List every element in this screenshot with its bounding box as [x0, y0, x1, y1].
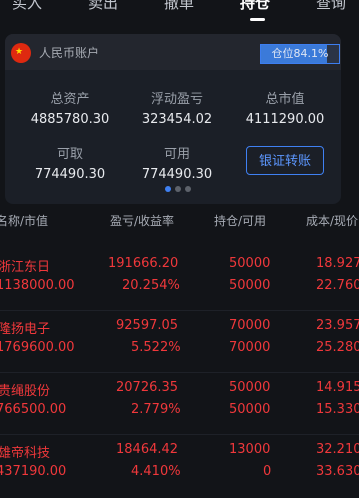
account-card: ★ 人民币账户 仓位84.1% 总资产 4885780.30 浮动盈亏 3234…	[5, 34, 341, 204]
holding-row[interactable]: 浙江东日 1138000.00 191666.20 20.254% 50000 …	[0, 248, 359, 310]
tab-query[interactable]: 查询	[316, 0, 346, 13]
bank-transfer-button[interactable]: 银证转账	[246, 146, 324, 175]
holding-row[interactable]: 贵绳股份 766500.00 20726.35 2.779% 50000 500…	[0, 374, 359, 436]
stock-cost: 14.915	[316, 380, 359, 395]
market-value-label: 总市值	[265, 92, 305, 107]
position-ratio-bar: 仓位84.1%	[260, 44, 340, 64]
stock-cost: 32.210	[316, 442, 359, 457]
stock-market-value: 1769600.00	[0, 340, 75, 355]
total-assets-value: 4885780.30	[30, 112, 110, 127]
stock-name: 雄帝科技	[0, 446, 51, 461]
stock-market-value: 766500.00	[0, 402, 67, 417]
floating-pl-value: 323454.02	[141, 112, 213, 127]
withdrawable: 可取 774490.30	[15, 143, 125, 182]
active-tab-indicator	[250, 18, 265, 21]
account-title: 人民币账户	[39, 46, 100, 60]
holdings-table-header: 名称/市值 盈亏/收益率 持仓/可用 成本/现价	[0, 212, 359, 236]
tab-sell[interactable]: 卖出	[88, 0, 118, 13]
stock-rate: 20.254%	[122, 278, 180, 293]
stock-name: 隆扬电子	[0, 322, 51, 337]
market-value-value: 4111290.00	[245, 112, 325, 127]
header-cost-price[interactable]: 成本/现价	[306, 212, 358, 229]
page-dot-1[interactable]	[165, 186, 171, 192]
market-value: 总市值 4111290.00	[230, 88, 340, 127]
stock-name: 浙江东日	[0, 260, 51, 275]
tab-cancel[interactable]: 撤单	[164, 0, 194, 13]
tab-buy[interactable]: 买入	[12, 0, 42, 13]
holding-row[interactable]: 雄帝科技 437190.00 18464.42 4.410% 13000 0 3…	[0, 436, 359, 498]
stock-available: 0	[263, 464, 272, 479]
account-card-header: ★ 人民币账户 仓位84.1%	[5, 34, 341, 70]
total-assets-label: 总资产	[50, 92, 90, 107]
stock-holding: 13000	[229, 442, 271, 457]
position-ratio-label: 仓位84.1%	[271, 47, 329, 60]
header-name-value[interactable]: 名称/市值	[0, 212, 48, 229]
page-dot-3[interactable]	[185, 186, 191, 192]
stock-cost: 18.927	[316, 256, 359, 271]
header-pl-rate[interactable]: 盈亏/收益率	[110, 212, 174, 229]
china-flag-icon: ★	[11, 43, 31, 63]
stock-market-value: 437190.00	[0, 464, 67, 479]
row-divider	[0, 434, 359, 435]
stock-holding: 50000	[229, 256, 271, 271]
stock-rate: 2.779%	[131, 402, 181, 417]
stock-price: 22.760	[316, 278, 359, 293]
stock-cost: 23.957	[316, 318, 359, 333]
available-funds-label: 可用	[163, 147, 190, 162]
stock-pl: 191666.20	[108, 256, 179, 271]
stock-pl: 18464.42	[116, 442, 179, 457]
stock-price: 25.280	[316, 340, 359, 355]
stock-available: 50000	[229, 278, 271, 293]
holding-row[interactable]: 隆扬电子 1769600.00 92597.05 5.522% 70000 70…	[0, 312, 359, 374]
withdrawable-label: 可取	[56, 147, 83, 162]
total-assets: 总资产 4885780.30	[15, 88, 125, 127]
stock-rate: 4.410%	[131, 464, 181, 479]
stock-price: 15.330	[316, 402, 359, 417]
row-divider	[0, 310, 359, 311]
withdrawable-value: 774490.30	[34, 167, 106, 182]
available-funds: 可用 774490.30	[122, 143, 232, 182]
floating-pl: 浮动盈亏 323454.02	[122, 88, 232, 127]
stock-market-value: 1138000.00	[0, 278, 75, 293]
stock-holding: 50000	[229, 380, 271, 395]
stock-pl: 20726.35	[116, 380, 179, 395]
floating-pl-label: 浮动盈亏	[150, 92, 203, 107]
stock-name: 贵绳股份	[0, 384, 51, 399]
stock-holding: 70000	[229, 318, 271, 333]
stock-rate: 5.522%	[131, 340, 181, 355]
row-divider	[0, 372, 359, 373]
header-holding-available[interactable]: 持仓/可用	[214, 212, 266, 229]
page-dot-2[interactable]	[175, 186, 181, 192]
stock-pl: 92597.05	[116, 318, 179, 333]
stock-price: 33.630	[316, 464, 359, 479]
trade-tabs: 买入 卖出 撤单 持仓 查询	[0, 0, 359, 24]
stock-available: 70000	[229, 340, 271, 355]
available-funds-value: 774490.30	[141, 167, 213, 182]
tab-holdings[interactable]: 持仓	[240, 0, 270, 13]
stock-available: 50000	[229, 402, 271, 417]
